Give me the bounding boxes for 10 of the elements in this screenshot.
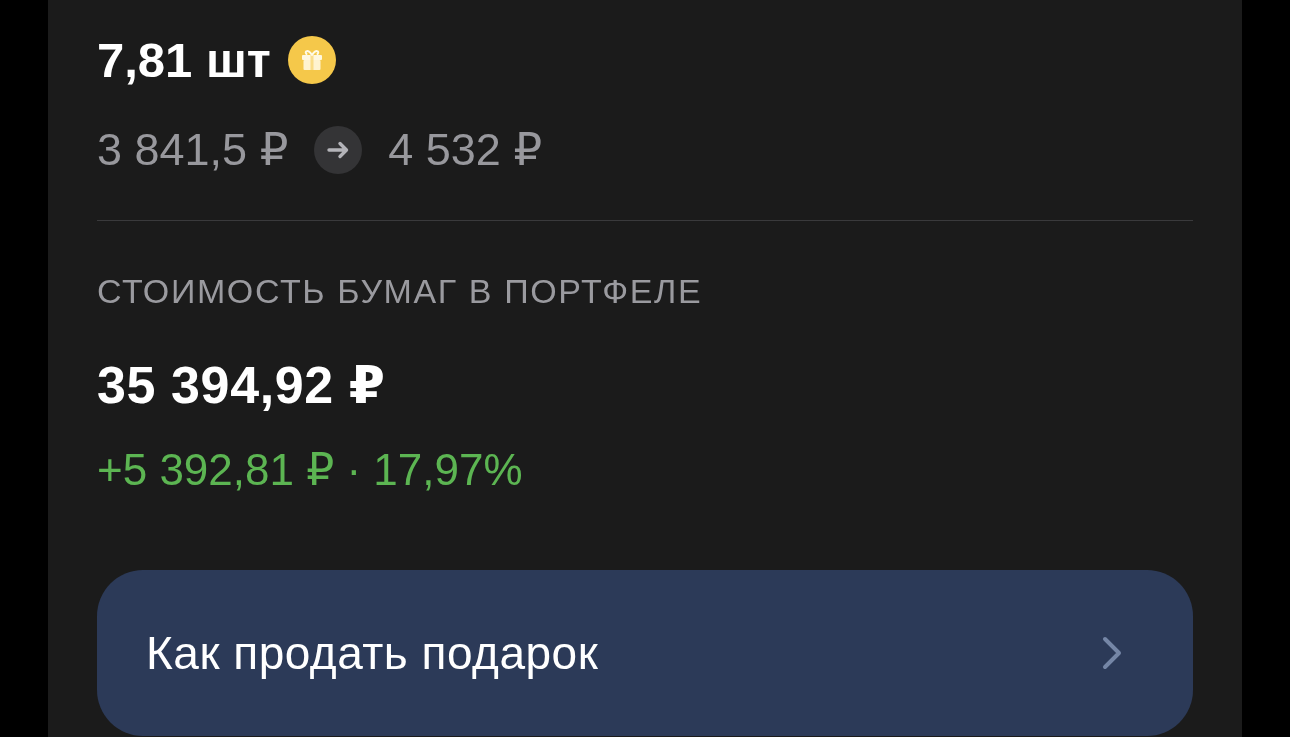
- chevron-right-icon: [1102, 636, 1122, 670]
- price-from-text: 3 841,5 ₽: [97, 123, 289, 177]
- price-to-text: 4 532 ₽: [388, 123, 543, 177]
- sell-gift-button[interactable]: Как продать подарок: [97, 570, 1193, 736]
- profit-text: +5 392,81 ₽ · 17,97%: [97, 445, 523, 495]
- gift-icon: [287, 36, 336, 84]
- quantity-text: 7,81 шт: [97, 32, 271, 89]
- portfolio-amount: 35 394,92 ₽: [97, 355, 386, 415]
- section-label: СТОИМОСТЬ БУМАГ В ПОРТФЕЛЕ: [97, 271, 703, 311]
- arrow-right-icon: [314, 126, 363, 174]
